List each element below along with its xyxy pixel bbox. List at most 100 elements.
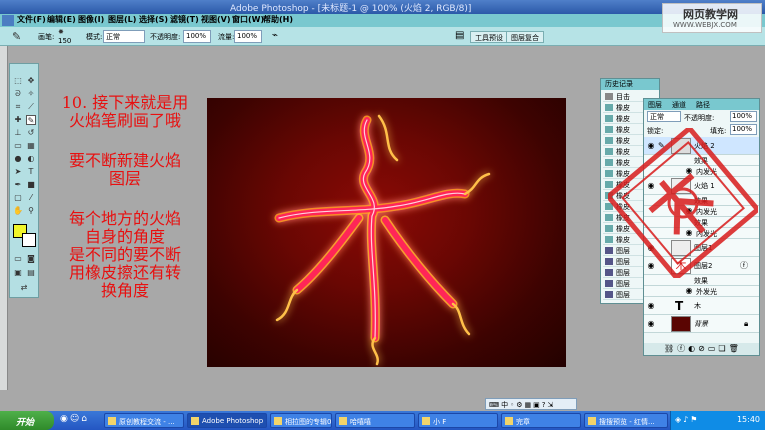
crop-tool-icon[interactable]: ⌗ (13, 102, 23, 112)
shape-tool-icon[interactable]: ■ (26, 180, 36, 190)
hand-tool-icon[interactable]: ✋ (13, 206, 23, 216)
menu-bar: 文件(F) 编辑(E) 图像(I) 图层(L) 选择(S) 滤镜(T) 视图(V… (0, 14, 765, 27)
eye-icon[interactable]: ◉ (646, 181, 656, 191)
start-button[interactable]: 开始 (0, 411, 54, 430)
brush-tool-icon[interactable]: ✎ (12, 30, 21, 43)
menu-select[interactable]: 选择(S) (139, 14, 168, 25)
stamp-tool-icon[interactable]: ⊥ (13, 128, 23, 138)
slice-tool-icon[interactable]: ⟋ (26, 102, 36, 112)
menu-image[interactable]: 图像(I) (78, 14, 104, 25)
language-bar[interactable]: ⌨中◦⚙▦▣?⇲ (485, 398, 577, 410)
menu-file[interactable]: 文件(F) (17, 14, 46, 25)
blend-mode-select[interactable]: 正常 (647, 111, 681, 122)
layer-effect-row[interactable]: ◉ 内发光 (644, 166, 759, 177)
file-browser-icon[interactable]: ▤ (455, 30, 464, 41)
quick-launch-icons[interactable]: ◉☺⌂ (60, 414, 89, 424)
layer-opacity-field[interactable]: 100% (730, 111, 757, 122)
standard-mode-icon[interactable]: ▭ (13, 254, 23, 264)
layer-row[interactable]: ◉ 图层1 (644, 239, 759, 257)
menu-layer[interactable]: 图层(L) (108, 14, 136, 25)
opacity-field[interactable]: 100% (183, 30, 211, 43)
fill-label: 填充: (710, 127, 727, 135)
healing-tool-icon[interactable]: ✚ (13, 115, 23, 125)
eraser-tool-icon[interactable]: ▭ (13, 141, 23, 151)
lasso-tool-icon[interactable]: ᘐ (13, 89, 23, 99)
layer-effect-row[interactable]: 效果 (644, 217, 759, 228)
taskbar-item[interactable]: Adobe Photoshop ... (187, 413, 267, 428)
layer-effect-row[interactable]: ◉ 内发光 (644, 228, 759, 239)
menu-help[interactable]: 帮助(H) (263, 14, 293, 25)
pen-tool-icon[interactable]: ✒ (13, 180, 23, 190)
notes-tool-icon[interactable]: ▢ (13, 193, 23, 203)
brush-preview-icon[interactable]: ✸ (58, 28, 64, 36)
tab-layers[interactable]: 图层 (648, 100, 662, 110)
eyedropper-tool-icon[interactable]: ⁄ (26, 193, 36, 203)
layer-step-icon (605, 258, 613, 265)
marquee-tool-icon[interactable]: ⬚ (13, 76, 23, 86)
taskbar-item[interactable]: 搜搜预览 - 红情... (584, 413, 668, 428)
eye-icon[interactable]: ◉ (684, 228, 694, 238)
layer-row[interactable]: ◉ 背景 🔒︎ (644, 315, 759, 333)
eye-icon[interactable]: ◉ (646, 301, 656, 311)
taskbar-item[interactable]: 原创教程交流 - ... (104, 413, 184, 428)
fullscreen-mode-icon[interactable]: ▤ (26, 268, 36, 278)
eraser-step-icon (605, 137, 613, 144)
opacity-label: 不透明度: (150, 33, 181, 41)
tab-channels[interactable]: 通道 (672, 100, 686, 110)
menu-edit[interactable]: 编辑(E) (47, 14, 76, 25)
mode-select[interactable]: 正常 (103, 30, 145, 43)
document-canvas[interactable] (207, 98, 566, 367)
layer-row[interactable]: ◉ 火焰 1 (644, 177, 759, 195)
tray-icons[interactable]: ◈♪⚑ (675, 415, 699, 424)
eraser-step-icon (605, 192, 613, 199)
eye-icon[interactable]: ◉ (684, 286, 694, 296)
taskbar-item[interactable]: 小 F (418, 413, 498, 428)
zoom-tool-icon[interactable]: ⚲ (26, 206, 36, 216)
layer-effect-row[interactable]: 效果 (644, 155, 759, 166)
layer-effect-row[interactable]: ◉ 外发光 (644, 286, 759, 297)
screen-mode-icon[interactable]: ▣ (13, 268, 23, 278)
tab-paths[interactable]: 路径 (696, 100, 710, 110)
airbrush-icon[interactable]: ⌁ (272, 30, 278, 41)
layers-footer-icons[interactable]: ⛓ⓕ◐⊘▭❏🗑︎ (644, 343, 759, 355)
layer-row[interactable]: ◉ T 木 (644, 297, 759, 315)
eye-icon[interactable]: ◉ (684, 206, 694, 216)
text-layer-icon: T (675, 299, 684, 313)
eye-icon[interactable]: ◉ (646, 319, 656, 329)
fx-icon[interactable]: ⓕ (740, 260, 748, 271)
tab-tool-presets[interactable]: 工具预设 (470, 31, 508, 43)
menu-view[interactable]: 视图(V) (201, 14, 231, 25)
eye-icon[interactable]: ◉ (684, 166, 694, 176)
taskbar-item[interactable]: 哈嘻嘻 (335, 413, 415, 428)
flow-field[interactable]: 100% (234, 30, 262, 43)
eye-icon[interactable]: ◉ (646, 243, 656, 253)
instruction-line-4: 图层 (108, 169, 141, 188)
type-tool-icon[interactable]: T (26, 167, 36, 177)
menu-window[interactable]: 窗口(W) (232, 14, 264, 25)
taskbar-item[interactable]: 相拉图的专辑09... (270, 413, 332, 428)
toolbox: ⬚ ✥ ᘐ ✧ ⌗ ⟋ ✚ ✎ ⊥ ↺ ▭ ▦ ● ◐ ➤ T ✒ ■ ▢ ⁄ … (9, 63, 39, 298)
menu-filter[interactable]: 滤镜(T) (170, 14, 199, 25)
imageready-icon[interactable]: ⇄ (19, 283, 29, 293)
gradient-tool-icon[interactable]: ▦ (26, 141, 36, 151)
magic-wand-tool-icon[interactable]: ✧ (26, 89, 36, 99)
layer-effect-row[interactable]: 效果 (644, 195, 759, 206)
blur-tool-icon[interactable]: ● (13, 154, 23, 164)
layer-row[interactable]: ◉ ✎ 火焰 2 (644, 137, 759, 155)
layer-row[interactable]: ◉ 木 图层2 ⓕ (644, 257, 759, 275)
quick-mask-icon[interactable]: ◙ (26, 254, 36, 264)
brush-tool-active-icon[interactable]: ✎ (26, 115, 36, 125)
instruction-line-2: 火焰笔刷画了哦 (68, 111, 181, 130)
dodge-tool-icon[interactable]: ◐ (26, 154, 36, 164)
history-brush-icon[interactable]: ↺ (26, 128, 36, 138)
eye-icon[interactable]: ◉ (646, 261, 656, 271)
fill-field[interactable]: 100% (730, 124, 757, 135)
move-tool-icon[interactable]: ✥ (26, 76, 36, 86)
eye-icon[interactable]: ◉ (646, 141, 656, 151)
layer-effect-row[interactable]: 效果 (644, 275, 759, 286)
tab-layer-comps[interactable]: 图层复合 (506, 31, 544, 43)
taskbar-item[interactable]: 完章 (501, 413, 581, 428)
layer-effect-row[interactable]: ◉ 内发光 (644, 206, 759, 217)
background-color-swatch[interactable] (22, 233, 36, 247)
path-select-icon[interactable]: ➤ (13, 167, 23, 177)
